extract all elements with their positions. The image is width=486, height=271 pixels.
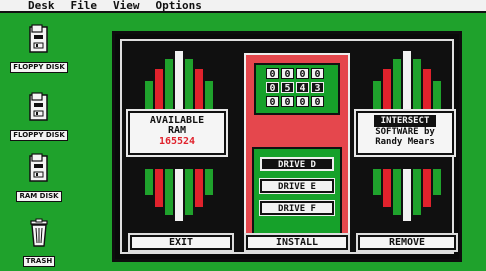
counter-digit: 0 bbox=[296, 68, 309, 80]
drive-d-button[interactable]: DRIVE D bbox=[260, 157, 334, 171]
counter-row-middle: 0 5 4 3 bbox=[266, 82, 324, 94]
dialog-frame: AVAILABLE RAM 165524 EXIT 0 0 0 0 0 5 4 … bbox=[120, 39, 456, 254]
counter-digit: 0 bbox=[296, 96, 309, 108]
remove-button[interactable]: REMOVE bbox=[358, 235, 456, 250]
counter-digit: 0 bbox=[266, 82, 279, 94]
counter-digit: 0 bbox=[266, 68, 279, 80]
counter-row-top: 0 0 0 0 bbox=[266, 68, 324, 80]
available-ram-value: 165524 bbox=[158, 136, 196, 147]
counter-digit: 0 bbox=[311, 68, 324, 80]
floppy-drive-icon bbox=[29, 24, 48, 53]
credits-panel: INTERSECT SOFTWARE by Randy Mears bbox=[356, 111, 454, 155]
drive-f-button[interactable]: DRIVE F bbox=[260, 201, 334, 215]
counter-digit: 0 bbox=[266, 96, 279, 108]
intersect-badge: INTERSECT bbox=[374, 115, 436, 127]
ram-disk-icon bbox=[29, 153, 48, 182]
available-ram-panel: AVAILABLE RAM 165524 bbox=[128, 111, 226, 155]
menu-file[interactable]: File bbox=[71, 0, 98, 12]
menu-bar: Desk File View Options bbox=[0, 0, 486, 13]
trash-icon bbox=[30, 218, 48, 247]
exit-button[interactable]: EXIT bbox=[130, 235, 232, 250]
desktop-icon-floppy-a[interactable]: FLOPPY DISK bbox=[6, 24, 72, 73]
menu-view[interactable]: View bbox=[113, 0, 140, 12]
counter-digit: 3 bbox=[311, 82, 324, 94]
counter-digit: 5 bbox=[281, 82, 294, 94]
desktop-icon-label: RAM DISK bbox=[16, 191, 62, 202]
desktop-icon-label: FLOPPY DISK bbox=[10, 62, 68, 73]
drive-selector: DRIVE D DRIVE E DRIVE F bbox=[252, 147, 342, 235]
counter-digit: 0 bbox=[311, 96, 324, 108]
ramdisk-installer-dialog: AVAILABLE RAM 165524 EXIT 0 0 0 0 0 5 4 … bbox=[112, 31, 462, 262]
right-bottom-bar-decoration bbox=[373, 169, 441, 221]
desktop-icon-label: FLOPPY DISK bbox=[10, 130, 68, 141]
credits-line-2: Randy Mears bbox=[375, 137, 435, 147]
desktop-icon-trash[interactable]: TRASH bbox=[6, 218, 72, 267]
drive-e-button[interactable]: DRIVE E bbox=[260, 179, 334, 193]
credits-line-1: SOFTWARE by bbox=[375, 127, 435, 137]
menu-options[interactable]: Options bbox=[156, 0, 202, 12]
counter-digit: 0 bbox=[281, 96, 294, 108]
floppy-drive-icon bbox=[29, 92, 48, 121]
available-ram-subtitle: RAM bbox=[167, 125, 187, 136]
install-button[interactable]: INSTALL bbox=[246, 235, 348, 250]
desktop-icon-ram-disk[interactable]: RAM DISK bbox=[6, 153, 72, 202]
right-top-bar-decoration bbox=[373, 51, 441, 109]
left-top-bar-decoration bbox=[145, 51, 213, 109]
desktop-icon-label: TRASH bbox=[22, 256, 56, 267]
counter-row-bottom: 0 0 0 0 bbox=[266, 96, 324, 108]
counter-display: 0 0 0 0 0 5 4 3 0 0 0 0 bbox=[254, 63, 340, 115]
menu-desk[interactable]: Desk bbox=[28, 0, 55, 12]
left-bottom-bar-decoration bbox=[145, 169, 213, 221]
counter-digit: 4 bbox=[296, 82, 309, 94]
center-control-panel: 0 0 0 0 0 5 4 3 0 0 0 0 DRIVE D DRIVE E … bbox=[244, 53, 350, 250]
counter-digit: 0 bbox=[281, 68, 294, 80]
desktop-icon-floppy-b[interactable]: FLOPPY DISK bbox=[6, 92, 72, 141]
